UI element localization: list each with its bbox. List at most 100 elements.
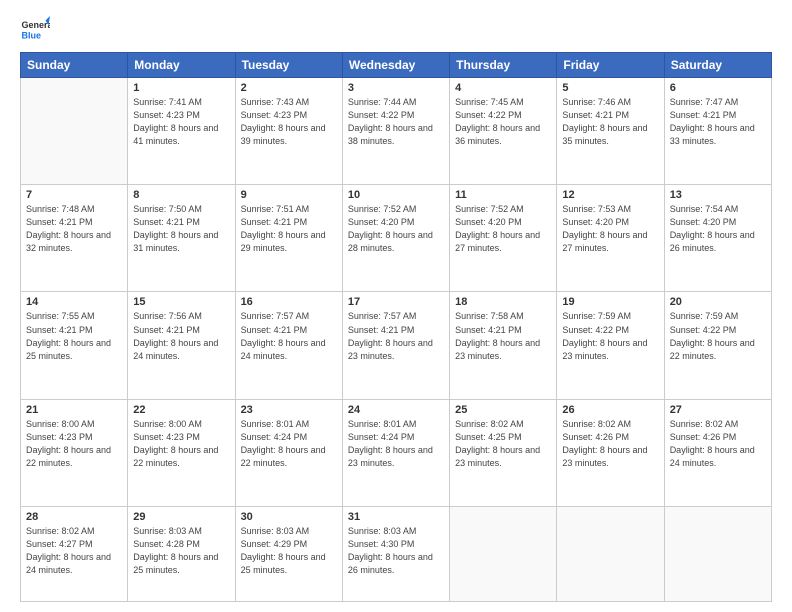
calendar-cell: 26Sunrise: 8:02 AM Sunset: 4:26 PM Dayli… — [557, 399, 664, 506]
day-number: 10 — [348, 189, 444, 201]
day-info: Sunrise: 7:48 AM Sunset: 4:21 PM Dayligh… — [26, 203, 122, 255]
calendar-cell: 19 Sunrise: 7:59 AM Sunset: 4:22 PM Dayli… — [557, 292, 664, 399]
calendar-cell: 4 Sunrise: 7:45 AM Sunset: 4:22 PM Daylig… — [450, 78, 557, 185]
calendar-cell: 8 Sunrise: 7:50 AM Sunset: 4:21 PM Daylig… — [128, 185, 235, 292]
calendar-cell: 6 Sunrise: 7:47 AM Sunset: 4:21 PM Daylig… — [664, 78, 771, 185]
day-number: 8 — [133, 189, 229, 201]
day-number: 14 — [26, 296, 122, 308]
calendar-cell: 13 Sunrise: 7:54 AM Sunset: 4:20 PM Dayli… — [664, 185, 771, 292]
calendar-day-header: Sunday — [21, 53, 128, 78]
calendar-week-row: 1 Sunrise: 7:41 AM Sunset: 4:23 PM Daylig… — [21, 78, 772, 185]
day-info: Sunrise: 7:52 AM Sunset: 4:20 PM Dayligh… — [348, 203, 444, 255]
day-number: 7 — [26, 189, 122, 201]
svg-text:Blue: Blue — [22, 31, 42, 41]
calendar-cell: 18Sunrise: 7:58 AM Sunset: 4:21 PM Dayli… — [450, 292, 557, 399]
calendar-cell: 31 Sunrise: 8:03 AM Sunset: 4:30 PM Dayli… — [342, 506, 449, 601]
day-info: Sunrise: 8:02 AM Sunset: 4:27 PM Dayligh… — [26, 525, 122, 577]
day-info: Sunrise: 7:57 AM Sunset: 4:21 PM Dayligh… — [348, 310, 444, 362]
day-info: Sunrise: 7:46 AM Sunset: 4:21 PM Dayligh… — [562, 96, 658, 148]
day-info: Sunrise: 7:45 AM Sunset: 4:22 PM Dayligh… — [455, 96, 551, 148]
calendar-cell: 2Sunrise: 7:43 AM Sunset: 4:23 PM Daylig… — [235, 78, 342, 185]
day-info: Sunrise: 8:01 AM Sunset: 4:24 PM Dayligh… — [241, 418, 337, 470]
day-info: Sunrise: 8:03 AM Sunset: 4:30 PM Dayligh… — [348, 525, 444, 577]
logo-icon: GeneralBlue — [20, 16, 50, 46]
day-number: 27 — [670, 404, 766, 416]
day-number: 9 — [241, 189, 337, 201]
header: GeneralBlue — [20, 16, 772, 46]
day-number: 13 — [670, 189, 766, 201]
day-info: Sunrise: 7:59 AM Sunset: 4:22 PM Dayligh… — [562, 310, 658, 362]
day-info: Sunrise: 7:47 AM Sunset: 4:21 PM Dayligh… — [670, 96, 766, 148]
day-number: 16 — [241, 296, 337, 308]
day-number: 25 — [455, 404, 551, 416]
day-info: Sunrise: 8:00 AM Sunset: 4:23 PM Dayligh… — [26, 418, 122, 470]
calendar-cell — [557, 506, 664, 601]
calendar-week-row: 7 Sunrise: 7:48 AM Sunset: 4:21 PM Daylig… — [21, 185, 772, 292]
day-number: 24 — [348, 404, 444, 416]
day-info: Sunrise: 7:41 AM Sunset: 4:23 PM Dayligh… — [133, 96, 229, 148]
day-number: 21 — [26, 404, 122, 416]
day-info: Sunrise: 7:57 AM Sunset: 4:21 PM Dayligh… — [241, 310, 337, 362]
calendar-week-row: 21 Sunrise: 8:00 AM Sunset: 4:23 PM Dayli… — [21, 399, 772, 506]
calendar-cell: 11 Sunrise: 7:52 AM Sunset: 4:20 PM Dayli… — [450, 185, 557, 292]
calendar-cell: 25 Sunrise: 8:02 AM Sunset: 4:25 PM Dayli… — [450, 399, 557, 506]
day-number: 4 — [455, 82, 551, 94]
calendar-cell: 9 Sunrise: 7:51 AM Sunset: 4:21 PM Daylig… — [235, 185, 342, 292]
calendar-cell: 15 Sunrise: 7:56 AM Sunset: 4:21 PM Dayli… — [128, 292, 235, 399]
calendar-cell — [450, 506, 557, 601]
calendar-cell: 5Sunrise: 7:46 AM Sunset: 4:21 PM Daylig… — [557, 78, 664, 185]
day-number: 22 — [133, 404, 229, 416]
calendar-cell: 24 Sunrise: 8:01 AM Sunset: 4:24 PM Dayli… — [342, 399, 449, 506]
calendar-cell: 10 Sunrise: 7:52 AM Sunset: 4:20 PM Dayli… — [342, 185, 449, 292]
day-number: 17 — [348, 296, 444, 308]
calendar-cell: 3Sunrise: 7:44 AM Sunset: 4:22 PM Daylig… — [342, 78, 449, 185]
day-info: Sunrise: 7:58 AM Sunset: 4:21 PM Dayligh… — [455, 310, 551, 362]
calendar-day-header: Thursday — [450, 53, 557, 78]
day-info: Sunrise: 7:53 AM Sunset: 4:20 PM Dayligh… — [562, 203, 658, 255]
calendar-cell: 27 Sunrise: 8:02 AM Sunset: 4:26 PM Dayli… — [664, 399, 771, 506]
calendar-cell: 23 Sunrise: 8:01 AM Sunset: 4:24 PM Dayli… — [235, 399, 342, 506]
calendar-day-header: Monday — [128, 53, 235, 78]
day-number: 1 — [133, 82, 229, 94]
day-info: Sunrise: 7:56 AM Sunset: 4:21 PM Dayligh… — [133, 310, 229, 362]
logo: GeneralBlue — [20, 16, 50, 46]
calendar-cell: 14Sunrise: 7:55 AM Sunset: 4:21 PM Dayli… — [21, 292, 128, 399]
day-number: 23 — [241, 404, 337, 416]
day-number: 2 — [241, 82, 337, 94]
day-info: Sunrise: 7:59 AM Sunset: 4:22 PM Dayligh… — [670, 310, 766, 362]
day-info: Sunrise: 7:54 AM Sunset: 4:20 PM Dayligh… — [670, 203, 766, 255]
day-info: Sunrise: 7:51 AM Sunset: 4:21 PM Dayligh… — [241, 203, 337, 255]
calendar-cell: 30Sunrise: 8:03 AM Sunset: 4:29 PM Dayli… — [235, 506, 342, 601]
day-info: Sunrise: 7:50 AM Sunset: 4:21 PM Dayligh… — [133, 203, 229, 255]
day-number: 28 — [26, 511, 122, 523]
calendar-day-header: Saturday — [664, 53, 771, 78]
day-info: Sunrise: 8:00 AM Sunset: 4:23 PM Dayligh… — [133, 418, 229, 470]
calendar-day-header: Wednesday — [342, 53, 449, 78]
day-number: 31 — [348, 511, 444, 523]
day-info: Sunrise: 7:44 AM Sunset: 4:22 PM Dayligh… — [348, 96, 444, 148]
day-info: Sunrise: 8:01 AM Sunset: 4:24 PM Dayligh… — [348, 418, 444, 470]
day-info: Sunrise: 8:02 AM Sunset: 4:25 PM Dayligh… — [455, 418, 551, 470]
calendar-day-header: Tuesday — [235, 53, 342, 78]
calendar-cell: 16 Sunrise: 7:57 AM Sunset: 4:21 PM Dayli… — [235, 292, 342, 399]
day-info: Sunrise: 8:02 AM Sunset: 4:26 PM Dayligh… — [670, 418, 766, 470]
calendar-cell: 7 Sunrise: 7:48 AM Sunset: 4:21 PM Daylig… — [21, 185, 128, 292]
calendar-cell: 1 Sunrise: 7:41 AM Sunset: 4:23 PM Daylig… — [128, 78, 235, 185]
day-number: 15 — [133, 296, 229, 308]
day-number: 6 — [670, 82, 766, 94]
calendar-cell: 12Sunrise: 7:53 AM Sunset: 4:20 PM Dayli… — [557, 185, 664, 292]
day-number: 29 — [133, 511, 229, 523]
day-number: 19 — [562, 296, 658, 308]
day-info: Sunrise: 7:52 AM Sunset: 4:20 PM Dayligh… — [455, 203, 551, 255]
calendar-cell: 20Sunrise: 7:59 AM Sunset: 4:22 PM Dayli… — [664, 292, 771, 399]
day-info: Sunrise: 8:03 AM Sunset: 4:28 PM Dayligh… — [133, 525, 229, 577]
calendar-week-row: 28 Sunrise: 8:02 AM Sunset: 4:27 PM Dayli… — [21, 506, 772, 601]
calendar-cell — [21, 78, 128, 185]
page: GeneralBlue SundayMondayTuesdayWednesday… — [0, 0, 792, 612]
calendar-cell: 22 Sunrise: 8:00 AM Sunset: 4:23 PM Dayli… — [128, 399, 235, 506]
calendar: SundayMondayTuesdayWednesdayThursdayFrid… — [20, 52, 772, 602]
calendar-cell — [664, 506, 771, 601]
calendar-cell: 28 Sunrise: 8:02 AM Sunset: 4:27 PM Dayli… — [21, 506, 128, 601]
calendar-day-header: Friday — [557, 53, 664, 78]
day-number: 11 — [455, 189, 551, 201]
